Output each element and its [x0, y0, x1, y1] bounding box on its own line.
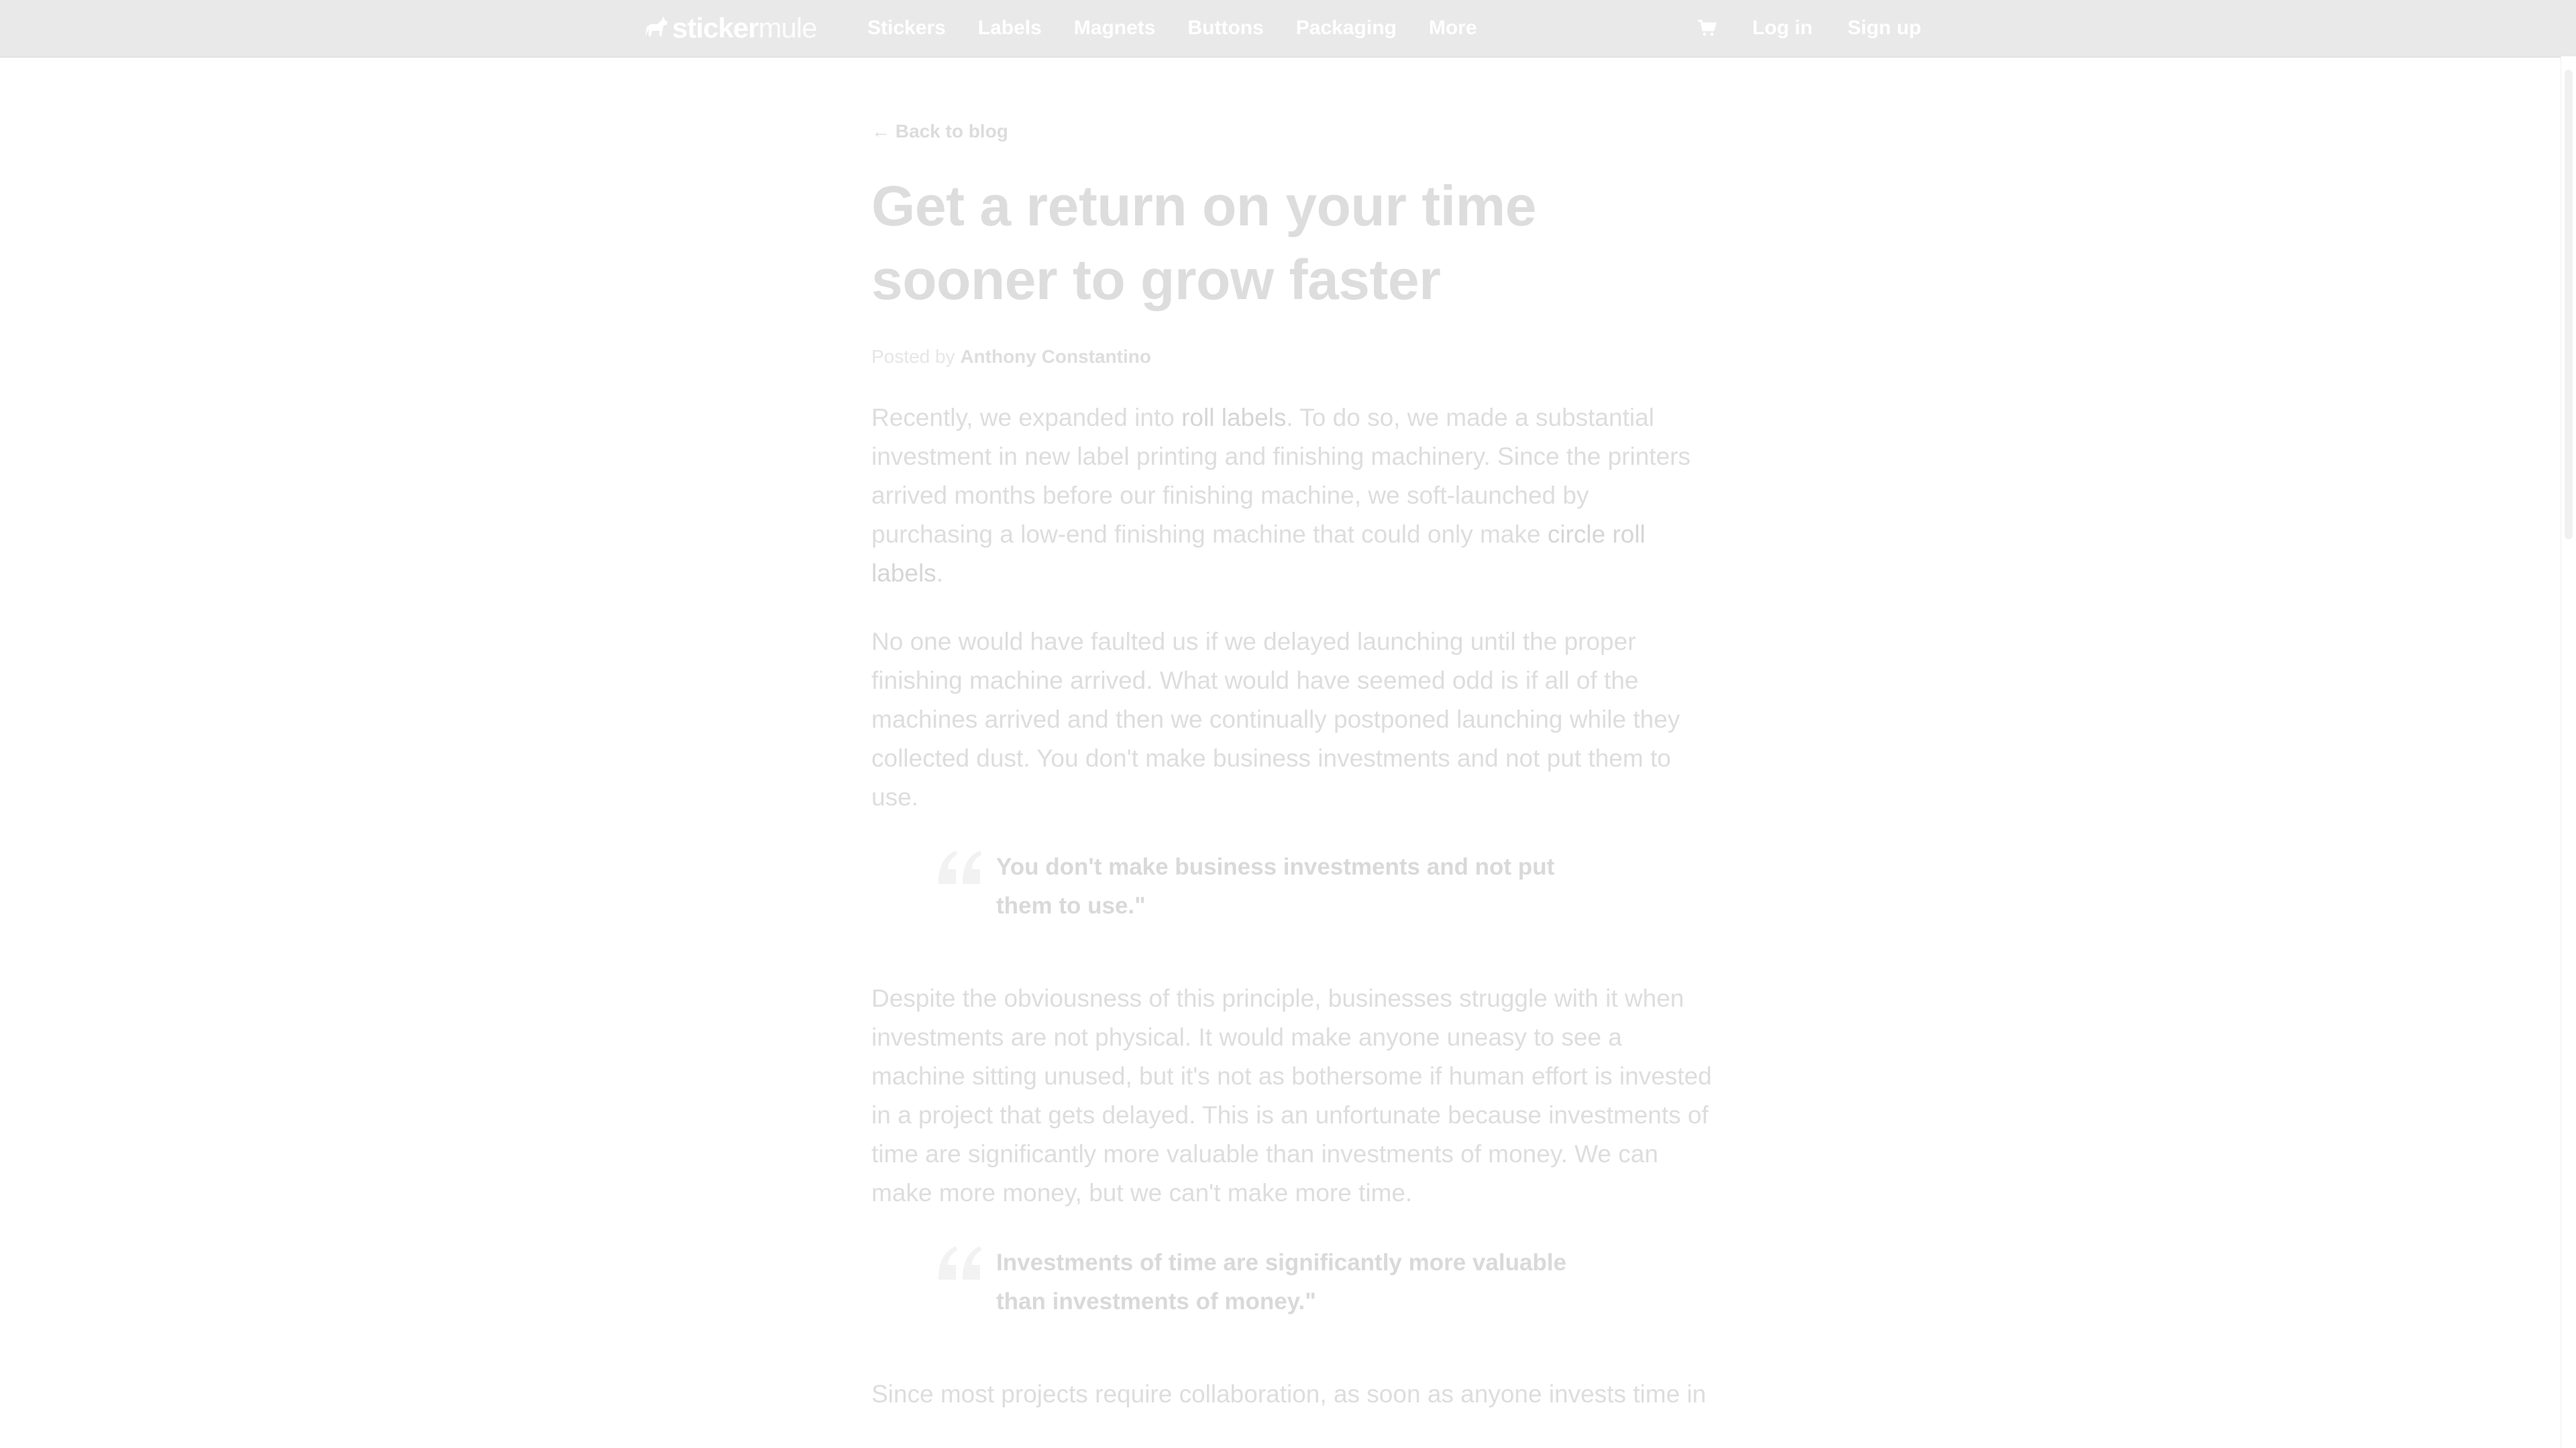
article-byline: Posted by Anthony Constantino: [871, 346, 1717, 368]
nav-magnets[interactable]: Magnets: [1074, 17, 1156, 40]
mule-logo-icon: [643, 15, 669, 42]
blog-article: ← Back to blog Get a return on your time…: [871, 121, 1717, 1443]
paragraph-1: Recently, we expanded into roll labels. …: [871, 398, 1717, 593]
login-link[interactable]: Log in: [1752, 17, 1813, 40]
quote-mark-icon: [933, 844, 987, 891]
author-link[interactable]: Anthony Constantino: [960, 346, 1151, 367]
scrollbar-thumb[interactable]: [2565, 70, 2573, 539]
paragraph-1-text-c: .: [936, 559, 943, 587]
logo-wordmark: stickermule: [672, 12, 817, 44]
logo-link[interactable]: stickermule: [643, 12, 817, 44]
nav-more[interactable]: More: [1429, 17, 1477, 40]
article-title: Get a return on your time sooner to grow…: [871, 174, 1537, 311]
nav-packaging[interactable]: Packaging: [1296, 17, 1397, 40]
page: stickermule Stickers Labels Magnets Butt…: [0, 0, 2576, 1448]
roll-labels-link[interactable]: roll labels: [1181, 404, 1286, 431]
byline-prefix: Posted by: [871, 346, 955, 367]
paragraph-3: Despite the obviousness of this principl…: [871, 985, 1712, 1207]
paragraph-4: Since most projects require collaboratio…: [871, 1380, 1707, 1408]
nav-buttons[interactable]: Buttons: [1187, 17, 1263, 40]
top-navigation: stickermule Stickers Labels Magnets Butt…: [0, 0, 2576, 58]
cart-icon[interactable]: [1696, 17, 1719, 40]
nav-stickers[interactable]: Stickers: [867, 17, 946, 40]
account-nav: Log in Sign up: [1696, 0, 1956, 56]
primary-nav: Stickers Labels Magnets Buttons Packagin…: [867, 0, 1509, 56]
top-navigation-inner: stickermule Stickers Labels Magnets Butt…: [643, 0, 1921, 56]
vertical-scrollbar[interactable]: [2561, 56, 2576, 1448]
quote-mark-icon: [933, 1239, 987, 1286]
paragraph-1-text-a: Recently, we expanded into: [871, 404, 1182, 431]
back-to-blog-link[interactable]: ← Back to blog: [871, 121, 1717, 142]
pull-quote-2-text: Investments of time are significantly mo…: [996, 1249, 1566, 1315]
paragraph-2: No one would have faulted us if we delay…: [871, 628, 1680, 811]
logo-word-mule: mule: [758, 12, 817, 44]
pull-quote-1: You don't make business investments and …: [871, 848, 1573, 926]
logo-word-sticker: sticker: [672, 12, 759, 44]
signup-link[interactable]: Sign up: [1847, 17, 1921, 40]
pull-quote-1-text: You don't make business investments and …: [996, 854, 1555, 919]
nav-labels[interactable]: Labels: [978, 17, 1042, 40]
pull-quote-2: Investments of time are significantly mo…: [871, 1243, 1573, 1321]
